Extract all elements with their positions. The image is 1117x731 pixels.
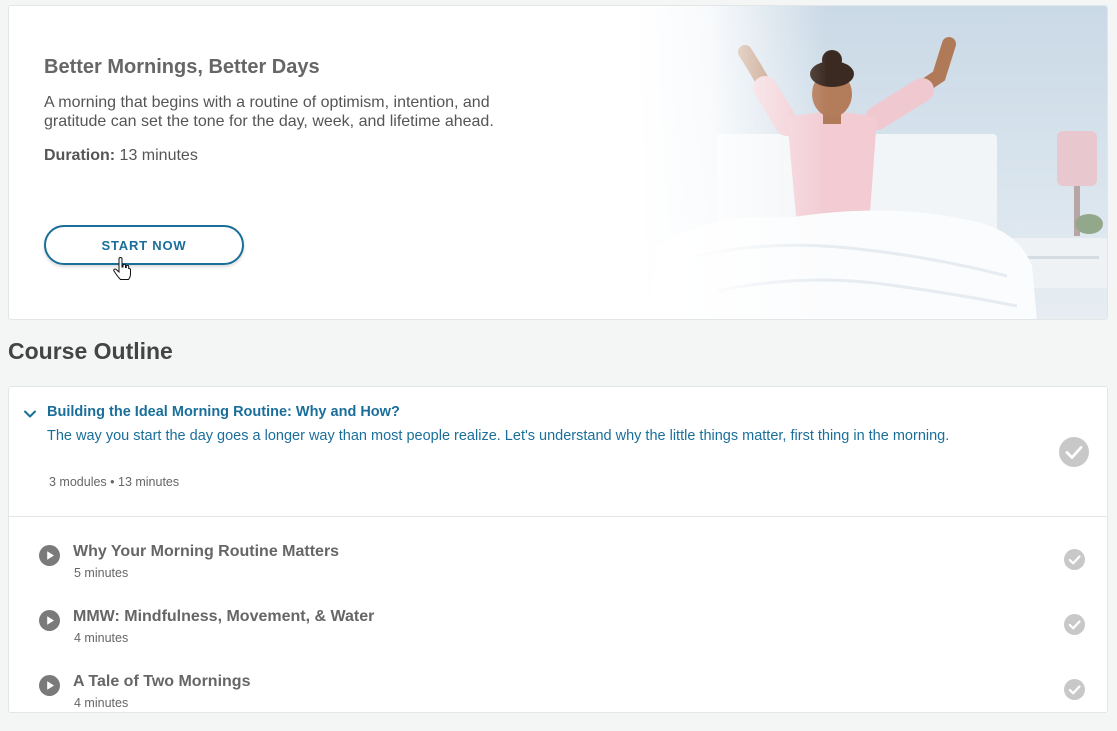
outline-section-header[interactable]: Building the Ideal Morning Routine: Why … [9, 387, 1107, 517]
module-item[interactable]: MMW: Mindfulness, Movement, & Water 4 mi… [9, 590, 1107, 650]
course-outline-heading: Course Outline [8, 338, 173, 364]
play-icon[interactable] [39, 545, 60, 566]
module-duration: 4 minutes [74, 696, 129, 710]
hero-image [637, 6, 1107, 319]
play-icon[interactable] [39, 610, 60, 631]
hand-pointer-cursor-icon [113, 257, 131, 280]
course-title: Better Mornings, Better Days [44, 56, 320, 78]
check-circle-icon [1064, 549, 1085, 570]
module-item[interactable]: A Tale of Two Mornings 4 minutes [9, 655, 1107, 715]
check-circle-icon [1059, 437, 1089, 467]
section-description: The way you start the day goes a longer … [47, 428, 950, 444]
module-title[interactable]: Why Your Morning Routine Matters [73, 543, 339, 561]
module-title[interactable]: MMW: Mindfulness, Movement, & Water [73, 608, 374, 626]
course-hero-card: Better Mornings, Better Days A morning t… [8, 5, 1108, 320]
course-duration: Duration: 13 minutes [44, 147, 544, 165]
chevron-down-icon[interactable] [23, 407, 37, 421]
course-outline-card: Building the Ideal Morning Routine: Why … [8, 386, 1108, 713]
section-title[interactable]: Building the Ideal Morning Routine: Why … [47, 404, 400, 420]
module-title[interactable]: A Tale of Two Mornings [73, 673, 250, 691]
duration-value: 13 minutes [115, 147, 198, 164]
module-duration: 5 minutes [74, 566, 129, 580]
module-duration: 4 minutes [74, 631, 129, 645]
check-circle-icon [1064, 614, 1085, 635]
play-icon[interactable] [39, 675, 60, 696]
section-meta: 3 modules • 13 minutes [49, 475, 180, 489]
duration-label: Duration: [44, 147, 116, 164]
check-circle-icon [1064, 679, 1085, 700]
hero-image-fade [637, 6, 827, 319]
module-item[interactable]: Why Your Morning Routine Matters 5 minut… [9, 525, 1107, 585]
start-now-button[interactable]: START NOW [44, 225, 244, 265]
course-description: A morning that begins with a routine of … [44, 94, 494, 130]
